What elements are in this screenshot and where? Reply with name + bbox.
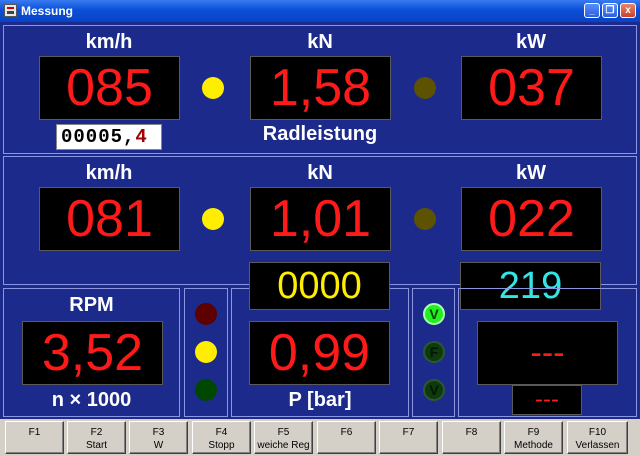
restore-button[interactable]: ❐: [602, 3, 618, 18]
f9-label: Methode: [514, 440, 553, 451]
row2-speed-display: 081: [39, 187, 180, 251]
rpm-panel: RPM 3,52 n × 1000: [3, 288, 180, 417]
f8-key: F8: [465, 427, 478, 438]
rpm-unit-label: n × 1000: [51, 389, 132, 411]
rpm-label: RPM: [69, 294, 114, 316]
row1-speed-display: 085: [39, 56, 180, 120]
f9-methode-button[interactable]: F9 Methode: [504, 421, 563, 454]
f10-label: Verlassen: [575, 440, 620, 451]
row2-left-indicator-lamp: [202, 208, 224, 230]
f9-key: F9: [527, 427, 540, 438]
row1-force-display: 1,58: [250, 56, 391, 120]
f5-weiche-reg-button[interactable]: F5 weiche Reg: [254, 421, 313, 454]
rpm-display: 3,52: [22, 321, 163, 385]
status-lamp-f: F: [423, 341, 445, 363]
row2-force-display: 1,01: [250, 187, 391, 251]
f3-w-button[interactable]: F3 W: [129, 421, 188, 454]
f5-key: F5: [277, 427, 290, 438]
f3-key: F3: [152, 427, 165, 438]
f7-key: F7: [402, 427, 415, 438]
f7-button[interactable]: F7: [379, 421, 438, 454]
f1-key: F1: [28, 427, 41, 438]
right-small-display: ---: [512, 385, 582, 415]
f2-key: F2: [90, 427, 103, 438]
odometer-integer: 00005,: [61, 126, 136, 148]
row2-right-indicator-lamp: [414, 208, 436, 230]
row1-speed-unit: km/h: [85, 31, 133, 53]
f1-button[interactable]: F1: [5, 421, 64, 454]
row2-force-unit: kN: [307, 162, 333, 184]
minimize-button[interactable]: _: [584, 3, 600, 18]
window-title: Messung: [21, 4, 74, 18]
function-key-bar: F1 F2 Start F3 W F4 Stopp F5 weiche Reg F6 F…: [0, 419, 640, 456]
f6-key: F6: [340, 427, 353, 438]
close-button[interactable]: x: [620, 3, 636, 18]
odometer-counter: 00005,4: [56, 124, 162, 150]
status-lamp-v-bottom: V: [423, 379, 445, 401]
pressure-display: 0,99: [249, 321, 390, 385]
f6-button[interactable]: F6: [317, 421, 376, 454]
f2-start-button[interactable]: F2 Start: [67, 421, 126, 454]
f4-label: Stopp: [208, 440, 235, 451]
row1-left-indicator-lamp: [202, 77, 224, 99]
measurement-area: km/h kN kW 085 1,58 037 00005,4 Radleist…: [0, 22, 640, 419]
traffic-yellow-lamp: [195, 341, 217, 363]
row1-panel: km/h kN kW 085 1,58 037 00005,4 Radleist…: [3, 25, 637, 154]
row1-power-display: 037: [461, 56, 602, 120]
pressure-label: P [bar]: [288, 389, 352, 411]
right-result-panel: --- ---: [458, 288, 637, 417]
f8-button[interactable]: F8: [442, 421, 501, 454]
f10-verlassen-button[interactable]: F10 Verlassen: [567, 421, 628, 454]
odometer-decimal: 4: [135, 126, 148, 148]
row1-force-unit: kN: [307, 31, 333, 53]
row1-power-unit: kW: [516, 31, 546, 53]
app-icon: [4, 4, 17, 17]
f2-label: Start: [85, 440, 108, 451]
traffic-light-panel: [184, 288, 228, 417]
aux-yellow-display: 0000: [249, 262, 390, 310]
traffic-red-lamp: [195, 303, 217, 325]
f4-stopp-button[interactable]: F4 Stopp: [192, 421, 251, 454]
row1-right-indicator-lamp: [414, 77, 436, 99]
title-bar[interactable]: Messung _ ❐ x: [0, 0, 640, 22]
row2-speed-unit: km/h: [85, 162, 133, 184]
f4-key: F4: [215, 427, 228, 438]
status-lamp-v-top: V: [423, 303, 445, 325]
radleistung-label: Radleistung: [262, 123, 378, 145]
row2-power-unit: kW: [516, 162, 546, 184]
status-lamp-panel: V F V: [412, 288, 455, 417]
right-main-display: ---: [477, 321, 618, 385]
f10-key: F10: [588, 427, 607, 438]
f3-label: W: [153, 440, 164, 451]
f5-label: weiche Reg: [257, 440, 310, 451]
traffic-green-lamp: [195, 379, 217, 401]
row2-power-display: 022: [461, 187, 602, 251]
